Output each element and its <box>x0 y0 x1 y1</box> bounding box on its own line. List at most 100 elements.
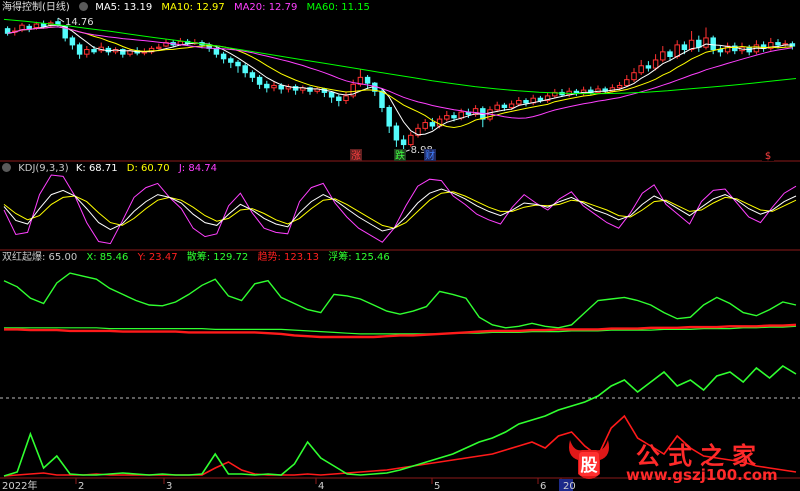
candle-body <box>256 76 263 85</box>
candle-body <box>667 51 673 57</box>
ma5-label: MA5: 13.19 <box>95 2 153 13</box>
candle-body <box>652 59 659 69</box>
candle-body <box>523 100 529 104</box>
shr-sc-label: 散筹: 129.72 <box>186 252 249 263</box>
event-marker-label: 涨 <box>351 150 361 162</box>
candle-body <box>444 115 450 120</box>
kdj-legend: KDJ(9,3,3) K: 68.71 D: 60.70 J: 84.74 <box>2 162 223 176</box>
shr-value: : 65.00 <box>42 252 78 263</box>
candle-body <box>249 72 256 78</box>
candle-body <box>213 47 220 55</box>
indicator-dot-icon[interactable] <box>2 163 11 172</box>
candle-body <box>220 53 227 60</box>
candle-body <box>228 58 234 63</box>
kdj-d-label: D: 60.70 <box>126 163 170 174</box>
candle-body <box>33 23 40 29</box>
axis-tick-label: 6 <box>540 481 546 491</box>
candle-body <box>775 42 781 46</box>
ma5-line <box>7 24 793 136</box>
candle-body <box>400 139 407 146</box>
candle-body <box>451 115 457 119</box>
candle-body <box>703 37 709 48</box>
candle-body <box>516 100 522 105</box>
candle-body <box>264 83 270 89</box>
candle-body <box>336 96 342 102</box>
candle-body <box>26 25 32 30</box>
candle-body <box>501 104 508 108</box>
ma60-label: MA60: 11.15 <box>306 2 370 13</box>
shr-fc-label: 浮筹: 125.46 <box>328 252 390 263</box>
candle-body <box>76 44 83 55</box>
watermark: 股 公式之家 www.gszj100.com <box>558 432 800 491</box>
candle-body <box>84 49 90 55</box>
time-axis: 2022年 2 3 4 5 6 20 <box>2 478 576 491</box>
shr-legend: 双红起爆: 65.00 X: 85.46 Y: 23.47 散筹: 129.72… <box>2 251 396 265</box>
candle-body <box>429 122 436 127</box>
stock-title[interactable]: 海得控制(日线) <box>2 2 70 13</box>
candle-body <box>364 76 371 84</box>
axis-year-label: 2022年 <box>2 479 37 491</box>
candle-body <box>537 97 544 102</box>
shr-title[interactable]: 双红起爆 <box>2 252 42 263</box>
candle-body <box>494 104 500 111</box>
high-price-label: 14.76 <box>65 17 94 28</box>
kdj-lines <box>3 174 797 245</box>
candle-body <box>271 84 277 89</box>
candle-body <box>508 103 515 108</box>
candle-body <box>645 65 652 69</box>
candle-body <box>631 72 637 81</box>
kdj-k-label: K: 68.71 <box>75 163 118 174</box>
candle-body <box>156 46 162 49</box>
candle-body <box>328 91 335 98</box>
kdj-j-line <box>3 174 797 245</box>
candle-body <box>40 23 47 27</box>
candle-body <box>235 61 241 67</box>
shr-y-line <box>4 323 797 339</box>
candle-body <box>278 84 284 90</box>
event-marker-label: $ <box>765 151 771 162</box>
main-legend: 海得控制(日线) MA5: 13.19 MA10: 12.97 MA20: 12… <box>2 1 376 15</box>
watermark-glyph: 股 <box>581 456 598 476</box>
candle-body <box>386 106 392 127</box>
candlestick-series <box>4 18 796 152</box>
kdj-j-label: J: 84.74 <box>178 163 217 174</box>
candle-body <box>717 49 724 53</box>
candle-body <box>379 90 385 108</box>
candle-body <box>242 65 248 74</box>
candle-body <box>674 44 680 57</box>
candle-body <box>55 21 61 25</box>
candle-body <box>681 44 688 51</box>
settings-dot-icon[interactable] <box>79 2 88 11</box>
candle-body <box>393 125 400 141</box>
shr-x-line <box>3 272 797 329</box>
axis-tick-label: 3 <box>166 481 172 491</box>
kdj-title[interactable]: KDJ(9,3,3) <box>18 163 68 174</box>
ma20-label: MA20: 12.79 <box>233 2 298 13</box>
candle-body <box>696 39 702 48</box>
candle-body <box>616 84 623 89</box>
bull-logo-icon: 股 <box>569 440 609 479</box>
candle-body <box>624 79 630 86</box>
shr-qs-label: 趋势: 123.13 <box>257 252 320 263</box>
shr-lines <box>3 272 797 339</box>
ma10-label: MA10: 12.97 <box>161 2 225 13</box>
candle-body <box>710 37 716 51</box>
candle-body <box>638 65 644 74</box>
event-marker-label: 财 <box>425 149 435 162</box>
candle-body <box>343 95 349 102</box>
moving-average-lines: 14.768.98 <box>3 17 797 156</box>
axis-tick-label: 2 <box>78 481 84 491</box>
candle-body <box>69 37 76 46</box>
panel-frame <box>0 160 800 479</box>
shr-y-label: Y: 23.47 <box>137 252 178 263</box>
axis-tick-label: 5 <box>434 481 440 491</box>
ma10-line <box>7 26 793 129</box>
axis-tick-label: 4 <box>318 481 324 491</box>
candle-body <box>458 111 464 119</box>
candle-body <box>91 49 97 53</box>
chart-canvas[interactable]: 14.768.98 涨跌财 $ 2022年 2 3 4 5 6 20 <box>0 0 800 491</box>
shr-x-label: X: 85.46 <box>86 252 129 263</box>
watermark-url: www.gszj100.com <box>626 466 778 484</box>
candle-body <box>422 122 428 129</box>
candle-body <box>408 134 414 146</box>
